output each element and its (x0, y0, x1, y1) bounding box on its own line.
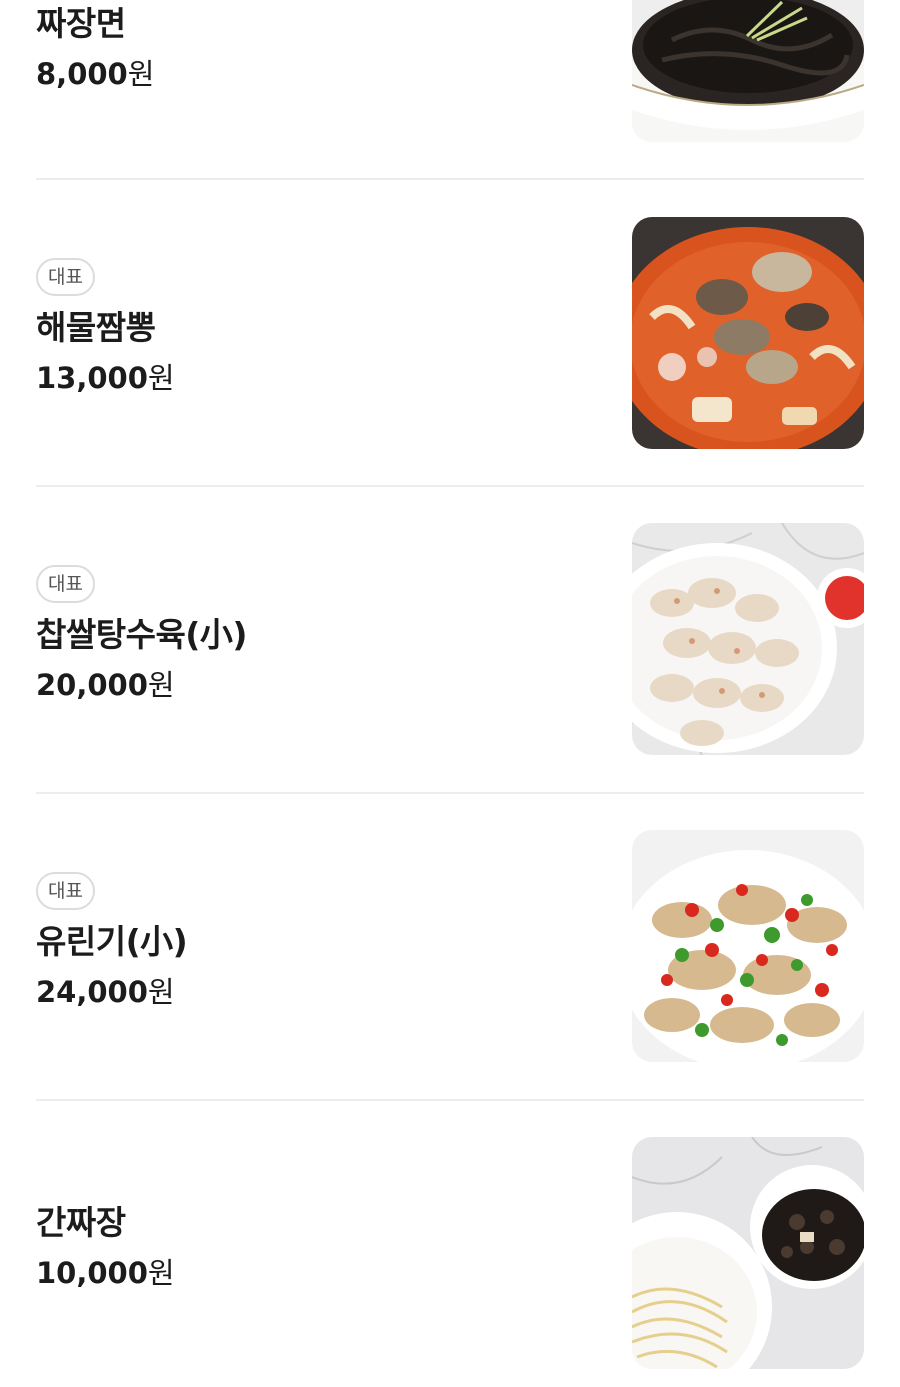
menu-item-info: 대표 해물짬뽕 13,000원 (36, 258, 175, 398)
jjamppong-photo[interactable] (632, 217, 864, 449)
signature-badge: 대표 (36, 258, 95, 296)
menu-item-price: 13,000원 (36, 361, 175, 395)
menu-item-jajangmyeon[interactable]: 짜장면 8,000원 (36, 0, 864, 180)
tangsuyuk-photo[interactable] (632, 523, 864, 755)
menu-item-price: 8,000원 (36, 57, 155, 91)
jajangmyeon-photo[interactable] (632, 0, 864, 142)
menu-item-name: 유린기(小) (36, 922, 188, 961)
menu-item-name: 간짜장 (36, 1203, 126, 1242)
ganjjajang-photo[interactable] (632, 1137, 864, 1369)
menu-item-tangsuyuk[interactable]: 대표 찹쌀탕수육(小) 20,000원 (36, 487, 864, 794)
menu-item-info: 짜장면 8,000원 (36, 2, 154, 94)
menu-item-price: 10,000원 (36, 1256, 175, 1290)
yuringi-photo[interactable] (632, 830, 864, 1062)
signature-badge: 대표 (36, 565, 95, 603)
menu-item-yuringi[interactable]: 대표 유린기(小) 24,000원 (36, 794, 864, 1101)
menu-item-jjamppong[interactable]: 대표 해물짬뽕 13,000원 (36, 180, 864, 487)
menu-item-info: 대표 찹쌀탕수육(小) 20,000원 (36, 565, 247, 705)
menu-item-price: 20,000원 (36, 668, 175, 702)
menu-item-price: 24,000원 (36, 975, 175, 1009)
menu-item-info: 간짜장 10,000원 (36, 1201, 175, 1293)
menu-item-ganjjajang[interactable]: 간짜장 10,000원 (36, 1101, 864, 1387)
signature-badge: 대표 (36, 872, 95, 910)
menu-item-info: 대표 유린기(小) 24,000원 (36, 872, 188, 1012)
menu-item-name: 짜장면 (36, 4, 126, 43)
menu-item-name: 찹쌀탕수육(小) (36, 615, 247, 654)
menu-item-name: 해물짬뽕 (36, 308, 156, 347)
